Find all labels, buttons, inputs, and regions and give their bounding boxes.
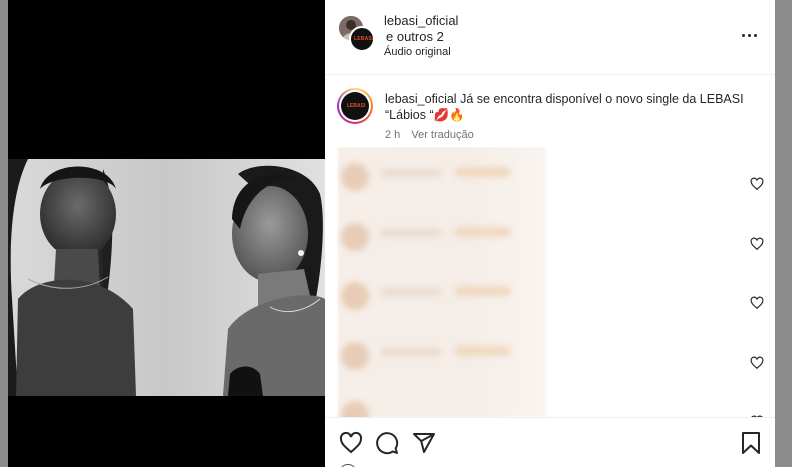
heart-outline-icon[interactable] — [750, 177, 764, 191]
audio-link[interactable]: Áudio original — [384, 46, 451, 58]
logo-wordmark: LEBASI — [347, 103, 366, 109]
caption-username[interactable]: lebasi_oficial — [385, 92, 457, 106]
video-frame[interactable] — [8, 159, 325, 396]
caption-avatar[interactable]: LEBASI — [337, 88, 373, 124]
comment-row — [325, 157, 775, 197]
commenter-avatar[interactable] — [341, 342, 369, 370]
caption-emojis: 💋🔥 — [433, 108, 465, 122]
bookmark-outline-icon[interactable] — [739, 431, 763, 455]
caption-meta: 2 h Ver tradução — [385, 129, 474, 141]
comment-row — [325, 395, 775, 417]
commenter-avatar[interactable] — [341, 163, 369, 191]
comments-list[interactable] — [325, 147, 775, 417]
heart-outline-icon[interactable] — [750, 356, 764, 370]
post-caption: LEBASI lebasi_oficial Já se encontra dis… — [325, 82, 775, 146]
video-still-image — [8, 159, 325, 396]
heart-outline-icon[interactable] — [339, 431, 363, 455]
comment-row — [325, 217, 775, 257]
overlay-backdrop-right — [775, 0, 792, 467]
translate-link[interactable]: Ver tradução — [411, 129, 473, 141]
post-details-panel: LEBASI lebasi_oficial e outros 2 Áudio o… — [325, 0, 775, 467]
more-horizontal-icon[interactable] — [741, 26, 759, 44]
commenter-avatar[interactable] — [341, 282, 369, 310]
header-username[interactable]: lebasi_oficial — [384, 13, 458, 28]
comment-row — [325, 336, 775, 376]
overlay-backdrop-left — [0, 0, 8, 467]
post-actions-bar — [325, 417, 775, 467]
heart-outline-icon[interactable] — [750, 296, 764, 310]
caption-text: lebasi_oficial Já se encontra disponível… — [385, 91, 755, 123]
heart-outline-icon[interactable] — [750, 237, 764, 251]
post-header: LEBASI lebasi_oficial e outros 2 Áudio o… — [325, 0, 775, 75]
send-plane-icon[interactable] — [412, 431, 436, 455]
lebasi-avatar[interactable]: LEBASI — [349, 26, 375, 52]
logo-wordmark: LEBASI — [354, 36, 374, 42]
commenter-avatar[interactable] — [341, 401, 369, 417]
collab-avatars[interactable]: LEBASI — [339, 16, 375, 52]
comment-bubble-icon[interactable] — [375, 431, 399, 455]
header-collaborators[interactable]: e outros 2 — [386, 29, 444, 44]
commenter-avatar[interactable] — [341, 223, 369, 251]
post-media[interactable] — [8, 0, 325, 467]
post-time[interactable]: 2 h — [385, 129, 400, 141]
comment-row — [325, 276, 775, 316]
